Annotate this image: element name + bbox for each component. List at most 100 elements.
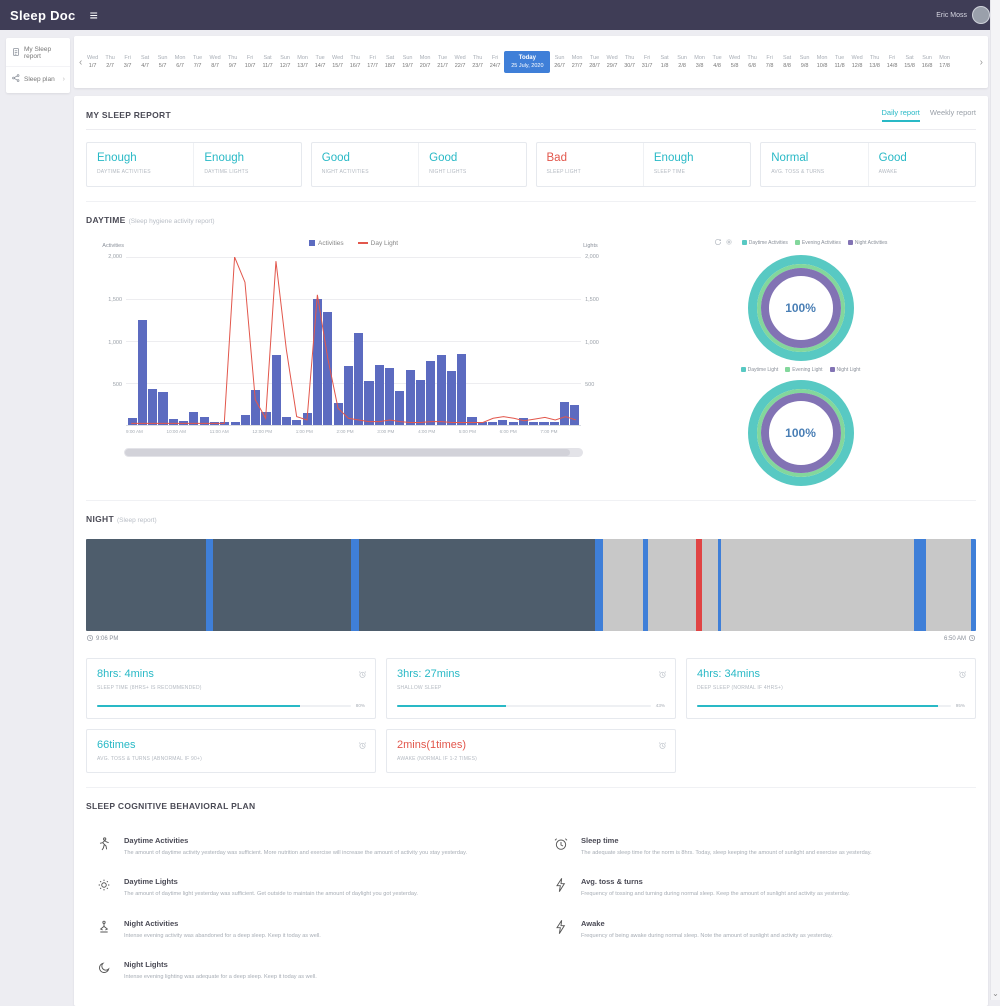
date-cell[interactable]: Sat11/7 bbox=[259, 52, 276, 72]
date-day: Sun bbox=[551, 55, 568, 61]
date-number: 10/7 bbox=[242, 63, 259, 69]
date-cell[interactable]: Thu23/7 bbox=[469, 52, 486, 72]
date-cell[interactable]: Wed12/8 bbox=[849, 52, 866, 72]
user-avatar[interactable] bbox=[972, 6, 990, 24]
summary-label: AWAKE bbox=[879, 169, 965, 175]
date-number: 15/8 bbox=[901, 63, 918, 69]
line-series bbox=[126, 257, 581, 425]
date-cell[interactable]: Sun12/7 bbox=[277, 52, 294, 72]
summary-label: SLEEP TIME bbox=[654, 169, 740, 175]
date-cell[interactable]: Thu6/8 bbox=[744, 52, 761, 72]
date-cell[interactable]: Fri7/8 bbox=[761, 52, 778, 72]
plan-title: SLEEP COGNITIVE BEHAVIORAL PLAN bbox=[86, 801, 255, 811]
date-cell[interactable]: Mon3/8 bbox=[691, 52, 708, 72]
date-cell[interactable]: Wed8/7 bbox=[207, 52, 224, 72]
date-cell[interactable]: Fri14/8 bbox=[884, 52, 901, 72]
scroll-down-arrow[interactable]: ⌄ bbox=[992, 989, 999, 998]
date-cell[interactable]: Tue11/8 bbox=[831, 52, 848, 72]
date-cell[interactable]: Sat18/7 bbox=[382, 52, 399, 72]
today-date: 25 July, 2020 bbox=[504, 63, 550, 69]
date-day: Sun bbox=[277, 55, 294, 61]
date-number: 14/7 bbox=[312, 63, 329, 69]
sidebar-item-my-sleep-report[interactable]: My Sleep report bbox=[6, 40, 70, 67]
date-cell[interactable]: Sun26/7 bbox=[551, 52, 568, 72]
sidebar-item-sleep-plan[interactable]: Sleep plan› bbox=[6, 67, 70, 91]
date-day: Fri bbox=[884, 55, 901, 61]
date-cell[interactable]: Sat8/8 bbox=[779, 52, 796, 72]
date-number: 31/7 bbox=[639, 63, 656, 69]
stat-label: DEEP SLEEP (NORMAL IF 4HRS+) bbox=[697, 685, 965, 691]
plan-item-title: Avg. toss & turns bbox=[581, 877, 850, 886]
date-day: Mon bbox=[294, 55, 311, 61]
page-scrollbar[interactable]: ⌄ bbox=[990, 0, 1000, 1000]
date-cell[interactable]: Sat4/7 bbox=[137, 52, 154, 72]
date-day: Sat bbox=[259, 55, 276, 61]
date-cell[interactable]: Fri31/7 bbox=[639, 52, 656, 72]
date-cell[interactable]: Sun19/7 bbox=[399, 52, 416, 72]
date-next-arrow[interactable]: › bbox=[978, 57, 985, 68]
stat-card: 8hrs: 4minsSLEEP TIME (8HRS+ IS RECOMMEN… bbox=[86, 658, 376, 719]
date-cell[interactable]: Wed5/8 bbox=[726, 52, 743, 72]
date-cell[interactable]: Thu30/7 bbox=[621, 52, 638, 72]
date-cell[interactable]: Thu13/8 bbox=[866, 52, 883, 72]
x-tick-label: 5:00 PM bbox=[459, 429, 476, 438]
date-day: Sat bbox=[779, 55, 796, 61]
date-number: 12/8 bbox=[849, 63, 866, 69]
date-prev-arrow[interactable]: ‹ bbox=[77, 57, 84, 68]
date-cell[interactable]: Wed15/7 bbox=[329, 52, 346, 72]
date-cell-today[interactable]: Today25 July, 2020 bbox=[504, 51, 550, 73]
x-tick-label bbox=[410, 429, 418, 438]
date-cell[interactable]: Tue21/7 bbox=[434, 52, 451, 72]
report-title: MY SLEEP REPORT bbox=[86, 110, 171, 120]
date-cell[interactable]: Mon6/7 bbox=[172, 52, 189, 72]
date-day: Mon bbox=[569, 55, 586, 61]
date-cell[interactable]: Fri24/7 bbox=[487, 52, 504, 72]
plan-item-title: Night Activities bbox=[124, 919, 321, 928]
date-cell[interactable]: Wed22/7 bbox=[452, 52, 469, 72]
gear-icon[interactable] bbox=[725, 238, 733, 248]
date-cell[interactable]: Mon17/8 bbox=[936, 52, 953, 72]
date-cell[interactable]: Mon27/7 bbox=[569, 52, 586, 72]
date-cell[interactable]: Fri17/7 bbox=[364, 52, 381, 72]
date-cell[interactable]: Sun2/8 bbox=[674, 52, 691, 72]
date-cell[interactable]: Fri10/7 bbox=[242, 52, 259, 72]
hamburger-menu-icon[interactable]: ≡ bbox=[90, 8, 98, 22]
date-day: Sat bbox=[137, 55, 154, 61]
date-cell[interactable]: Sun16/8 bbox=[919, 52, 936, 72]
date-cell[interactable]: Thu9/7 bbox=[224, 52, 241, 72]
date-cell[interactable]: Mon20/7 bbox=[417, 52, 434, 72]
date-day: Sat bbox=[901, 55, 918, 61]
date-cell[interactable]: Wed29/7 bbox=[604, 52, 621, 72]
date-cell[interactable]: Tue28/7 bbox=[586, 52, 603, 72]
date-cell[interactable]: Tue14/7 bbox=[312, 52, 329, 72]
date-number: 2/7 bbox=[102, 63, 119, 69]
plan-item-desc: The amount of daytime light yesterday wa… bbox=[124, 890, 418, 898]
date-cell[interactable]: Sun5/7 bbox=[154, 52, 171, 72]
x-tick-label: 7:00 PM bbox=[540, 429, 557, 438]
date-cell[interactable]: Wed1/7 bbox=[84, 52, 101, 72]
tab-daily-report[interactable]: Daily report bbox=[882, 108, 920, 122]
tab-weekly-report[interactable]: Weekly report bbox=[930, 108, 976, 122]
date-cell[interactable]: Mon10/8 bbox=[814, 52, 831, 72]
date-cell[interactable]: Thu2/7 bbox=[102, 52, 119, 72]
sleep-end-time: 6:50 AM bbox=[944, 634, 976, 644]
date-number: 20/7 bbox=[417, 63, 434, 69]
date-cell[interactable]: Tue7/7 bbox=[189, 52, 206, 72]
date-cell[interactable]: Tue4/8 bbox=[709, 52, 726, 72]
refresh-icon[interactable] bbox=[714, 238, 722, 248]
chart-plot-area bbox=[126, 257, 581, 426]
date-cell[interactable]: Sat1/8 bbox=[656, 52, 673, 72]
date-day: Thu bbox=[621, 55, 638, 61]
date-number: 24/7 bbox=[487, 63, 504, 69]
date-cell[interactable]: Sat 15/8 bbox=[901, 52, 918, 72]
progress-percent: 43% bbox=[656, 703, 665, 708]
date-cell[interactable]: Thu16/7 bbox=[347, 52, 364, 72]
chart-scrollbar-thumb[interactable] bbox=[125, 449, 570, 456]
chart-scrollbar[interactable] bbox=[124, 448, 583, 457]
date-cell[interactable]: Fri3/7 bbox=[119, 52, 136, 72]
date-cell[interactable]: Sun9/8 bbox=[796, 52, 813, 72]
date-day: Mon bbox=[814, 55, 831, 61]
legend-color-key bbox=[785, 367, 790, 372]
progress-fill bbox=[697, 705, 938, 707]
date-cell[interactable]: Mon13/7 bbox=[294, 52, 311, 72]
